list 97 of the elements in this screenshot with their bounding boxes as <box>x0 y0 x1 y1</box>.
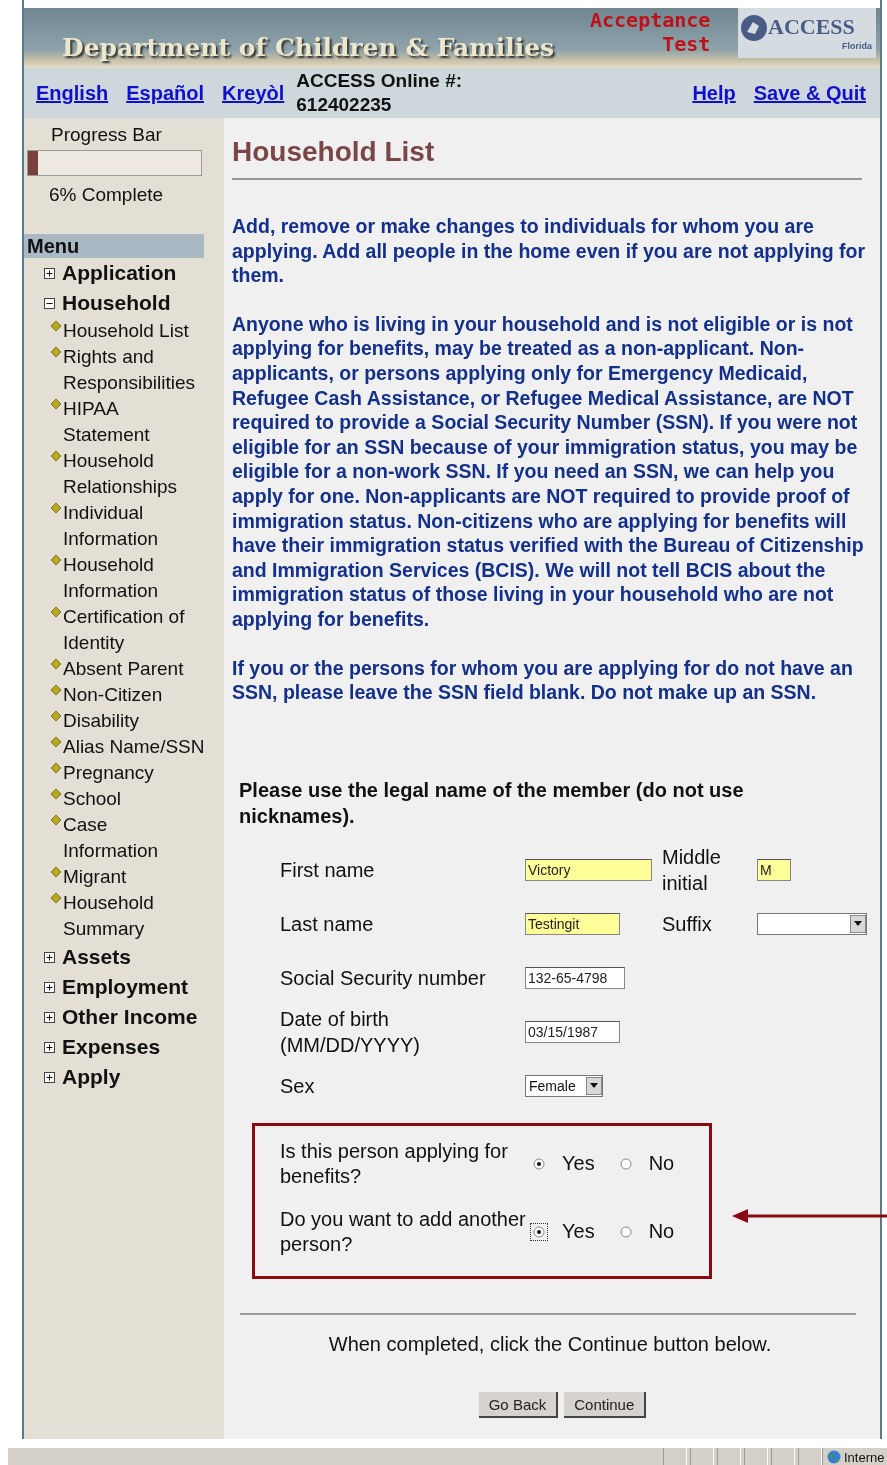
header-link[interactable]: Help <box>692 81 736 105</box>
expand-icon[interactable] <box>44 951 55 963</box>
page-title: Household List <box>232 136 862 180</box>
environment-label: Test <box>662 32 711 56</box>
language-link[interactable]: Español <box>126 81 205 105</box>
diamond-bullet-icon <box>51 815 61 825</box>
field-label: First name <box>280 857 375 883</box>
instruction-text: When completed, click the Continue button below. <box>327 1332 773 1356</box>
diamond-bullet-icon <box>51 737 61 747</box>
menu-section[interactable]: Employment <box>62 975 189 999</box>
menu-section[interactable]: Household <box>62 291 171 315</box>
logo: ACCESS Florida <box>738 8 876 58</box>
info-paragraph: If you or the persons for whom you are applying for do not have an SSN, please leave the SSN field blank. Do not make up an SSN. <box>232 655 854 705</box>
expand-icon[interactable] <box>44 1041 55 1053</box>
diamond-bullet-icon <box>51 659 61 669</box>
option-label: Yes <box>562 1220 595 1244</box>
field-label: Sex <box>280 1073 315 1099</box>
info-paragraph: Add, remove or make changes to individuals for whom you are applying. Add all people in the home even if you are not applying for them. <box>232 214 867 288</box>
caret-icon <box>590 1083 598 1089</box>
text-field[interactable]: Victory <box>525 858 652 881</box>
diamond-bullet-icon <box>51 503 61 513</box>
globe-icon <box>827 1450 841 1464</box>
menu-item[interactable]: Household Summary <box>63 890 206 942</box>
menu-item[interactable]: HIPAA Statement <box>63 396 206 448</box>
menu-item[interactable]: Case Information <box>63 812 206 864</box>
environment-label: Acceptance <box>590 8 711 32</box>
menu-item[interactable]: Disability <box>63 708 206 734</box>
diamond-bullet-icon <box>51 711 61 721</box>
menu-section[interactable]: Application <box>62 261 177 285</box>
diamond-bullet-icon <box>51 451 61 461</box>
header-link[interactable]: Save & Quit <box>753 81 866 105</box>
info-paragraph: Anyone who is living in your household and is not eligible or is not applying for benefits, may be treated as a non-applicant. Non-applicants, or persons applying only for Emergency Medicaid, Refugee Cash Assistance, or Refugee Medical Assistance, are NOT required to provide a Social Security Number (SSN). If you were not eligible for an SSN because of your immigration status, you may be eligible for a non-work SSN. If you need an SSN, we can help you apply for one. Non-applicants are NOT required to provide proof of immigration status. Non-citizens who are applying for benefits will have their immigration status verified with the Bureau of Citizenship and Immigration Services (BCIS). We will not tell BCIS about the immigration status of those living in your household who are not applying for benefits. <box>232 311 865 632</box>
expand-icon[interactable] <box>44 267 55 279</box>
nav-button[interactable]: Continue <box>564 1391 647 1418</box>
language-link[interactable]: Kreyòl <box>222 81 285 105</box>
diamond-bullet-icon <box>51 763 61 773</box>
field-label: Date of birth (MM/DD/YYYY) <box>280 1006 421 1058</box>
dropdown[interactable] <box>757 912 867 935</box>
diamond-bullet-icon <box>51 607 61 617</box>
diamond-bullet-icon <box>51 789 61 799</box>
field-label: Last name <box>280 911 374 937</box>
menu-item[interactable]: Household Information <box>63 552 206 604</box>
field-label: Social Security number <box>280 965 486 991</box>
option-label: No <box>648 1220 675 1244</box>
menu-item[interactable]: Absent Parent <box>63 656 206 682</box>
question-label: Is this person applying for benefits? <box>280 1138 509 1189</box>
menu-item[interactable]: Rights and Responsibilities <box>63 344 206 396</box>
option-label: Yes <box>562 1152 595 1176</box>
radio-button[interactable] <box>533 1225 545 1238</box>
menu-item[interactable]: Individual Information <box>63 500 206 552</box>
menu-title: Menu <box>24 234 204 258</box>
dropdown[interactable]: Female <box>525 1074 603 1097</box>
text-field[interactable]: 132-65-4798 <box>525 966 625 989</box>
menu-item[interactable]: Pregnancy <box>63 760 206 786</box>
menu-item[interactable]: Household List <box>63 318 206 344</box>
caret-icon <box>854 921 862 927</box>
menu-item[interactable]: Certification of Identity <box>63 604 206 656</box>
menu-item[interactable]: Alias Name/SSN <box>63 734 206 760</box>
expand-icon[interactable] <box>44 1071 55 1083</box>
menu-section[interactable]: Other Income <box>62 1005 198 1029</box>
menu-item[interactable]: School <box>63 786 206 812</box>
progress-reading: 6% Complete <box>49 184 165 206</box>
menu-item[interactable]: Household Relationships <box>63 448 206 500</box>
diamond-bullet-icon <box>51 347 61 357</box>
language-link[interactable]: English <box>36 81 109 105</box>
text-field[interactable]: Testingit <box>525 912 620 935</box>
online-number: 612402235 <box>296 93 393 117</box>
collapse-icon[interactable] <box>44 297 55 309</box>
diamond-bullet-icon <box>51 321 61 331</box>
diamond-bullet-icon <box>51 555 61 565</box>
text-field[interactable]: 03/15/1987 <box>525 1020 620 1043</box>
text-field[interactable]: M <box>757 858 791 881</box>
menu-section[interactable]: Expenses <box>62 1035 161 1059</box>
menu-section[interactable]: Assets <box>62 945 131 969</box>
form-heading: Please use the legal name of the member (do not use nicknames). <box>239 777 745 829</box>
diamond-bullet-icon <box>51 867 61 877</box>
question-label: Do you want to add another person? <box>280 1206 527 1257</box>
field-label: Suffix <box>662 911 712 937</box>
nav-button[interactable]: Go Back <box>478 1391 559 1418</box>
radio-button[interactable] <box>619 1225 632 1238</box>
menu-section[interactable]: Apply <box>62 1065 121 1089</box>
menu-item[interactable]: Migrant <box>63 864 206 890</box>
expand-icon[interactable] <box>44 981 55 993</box>
diamond-bullet-icon <box>51 399 61 409</box>
expand-icon[interactable] <box>44 1011 55 1023</box>
progress-title: Progress Bar <box>51 124 163 146</box>
diamond-bullet-icon <box>51 893 61 903</box>
radio-button[interactable] <box>619 1157 632 1170</box>
zone-label: Interne <box>844 1449 885 1465</box>
online-number-label: ACCESS Online #: <box>296 69 463 93</box>
radio-button[interactable] <box>533 1157 545 1170</box>
diamond-bullet-icon <box>51 685 61 695</box>
menu-item[interactable]: Non-Citizen <box>63 682 206 708</box>
banner-title: Department of Children & Families <box>62 33 555 62</box>
option-label: No <box>648 1152 675 1176</box>
hand-circle-icon <box>740 14 768 42</box>
field-label: Middle initial <box>662 844 722 896</box>
